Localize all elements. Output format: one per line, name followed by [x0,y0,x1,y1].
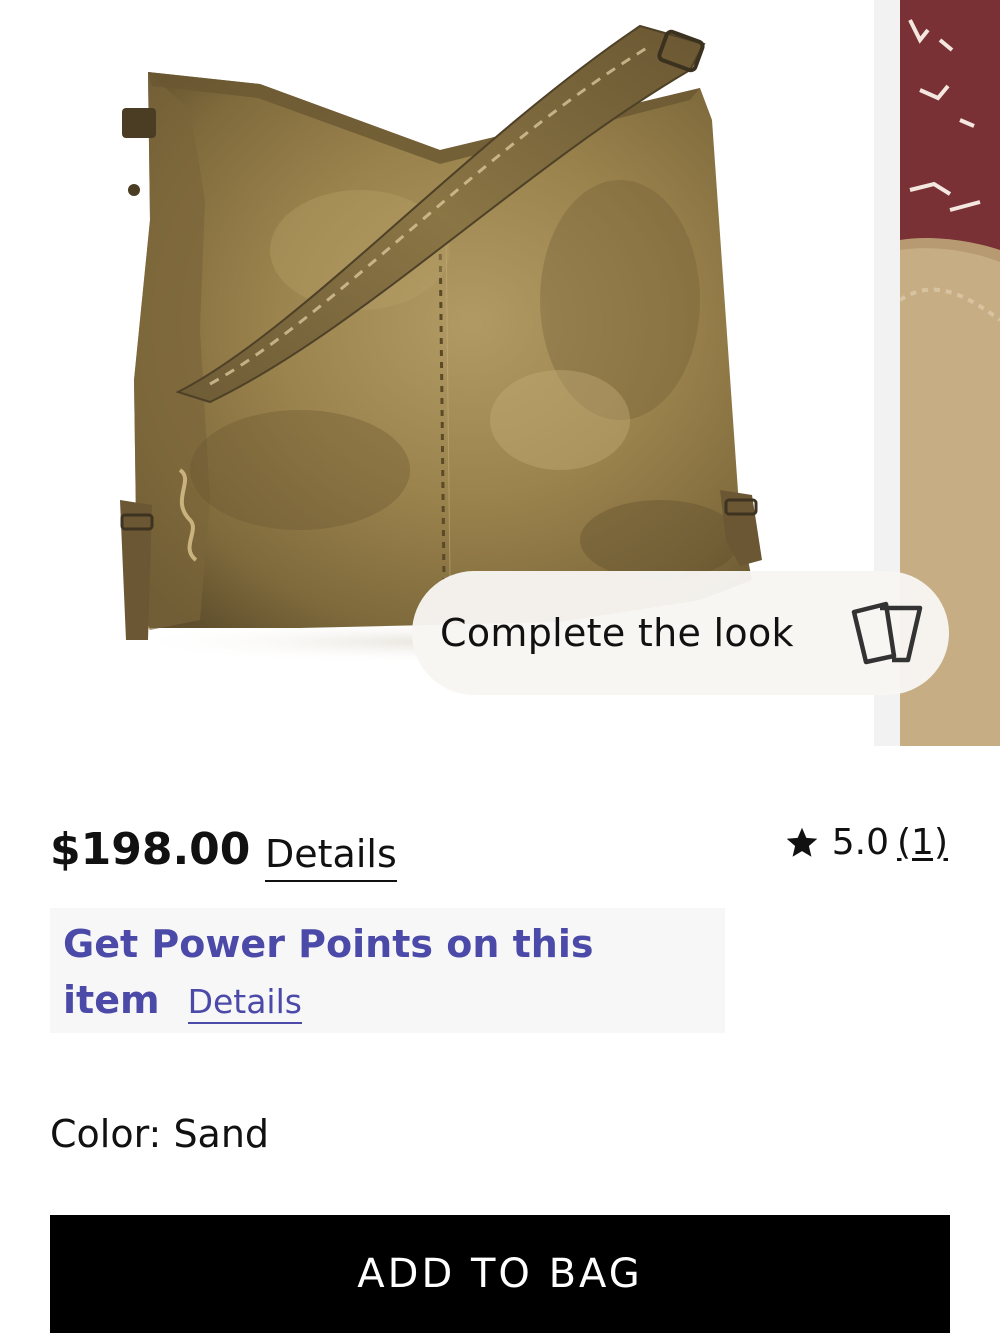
complete-the-look-label: Complete the look [440,611,794,655]
rating-value: 5.0 [831,822,889,863]
price-details-link[interactable]: Details [265,830,397,882]
color-label: Color: [50,1112,174,1156]
color-value: Sand [173,1112,270,1156]
power-points-text-line2: item [63,978,160,1022]
power-points-line2: item Details [63,972,725,1028]
cards-icon [851,601,923,665]
power-points-details-link[interactable]: Details [187,982,302,1024]
product-rating[interactable]: 5.0 (1) [784,822,948,863]
product-page: Complete the look $198.00 Details 5.0 (1… [0,0,1000,1333]
color-selection: Color: Sand [50,1108,269,1160]
rating-count-link[interactable]: (1) [897,822,948,863]
product-price: $198.00 [50,824,251,875]
product-image-carousel[interactable]: Complete the look [0,0,1000,746]
power-points-banner: Get Power Points on this item Details [50,908,725,1033]
add-to-bag-button[interactable]: ADD TO BAG [50,1215,950,1333]
star-icon [786,827,818,857]
power-points-text-line1: Get Power Points on this [63,922,594,966]
